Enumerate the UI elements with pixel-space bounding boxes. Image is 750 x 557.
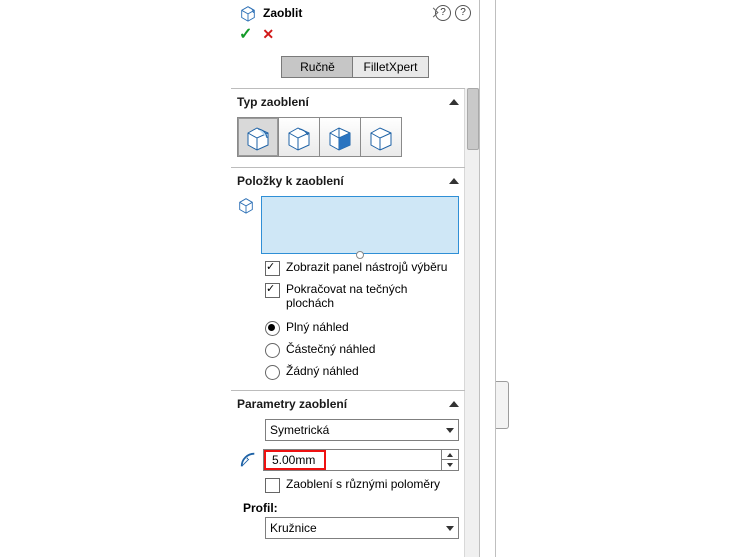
collapse-caret-icon (449, 401, 459, 407)
resize-grip-icon[interactable] (356, 251, 364, 259)
checkbox-tangent-propagation[interactable] (265, 283, 280, 298)
label-multi-radius: Zaoblení s různými poloměry (286, 477, 440, 491)
section-items: Položky k zaoblení Zobrazit panel nástro… (231, 167, 465, 390)
tab-filletxpert[interactable]: FilletXpert (353, 56, 428, 78)
chevron-down-icon (446, 526, 454, 531)
radius-icon (239, 451, 257, 469)
fillet-type-buttons (237, 117, 459, 157)
panel-body: Typ zaoblení Položky k zaoblení (231, 88, 465, 557)
help-detailed-icon[interactable]: ? (435, 5, 451, 21)
dropdown-profile[interactable]: Kružnice (265, 517, 459, 539)
radius-spinbox[interactable] (263, 449, 459, 471)
radius-value-highlight (264, 450, 326, 470)
collapse-caret-icon (449, 99, 459, 105)
checkbox-show-selection-toolbar[interactable] (265, 261, 280, 276)
ok-button[interactable]: ✓ (239, 24, 252, 44)
label-tangent-propagation: Pokračovat na tečných plochách (286, 282, 436, 310)
confirm-row: ✓ ✕ (231, 24, 479, 50)
label-show-selection-toolbar: Zobrazit panel nástrojů výběru (286, 260, 447, 274)
chevron-down-icon (446, 428, 454, 433)
section-header-fillet-type[interactable]: Typ zaoblení (231, 89, 465, 113)
triangle-down-icon (447, 463, 453, 467)
cancel-button[interactable]: ✕ (262, 26, 274, 43)
label-full-preview: Plný náhled (286, 320, 349, 334)
selection-list[interactable] (261, 196, 459, 254)
scrollbar-thumb[interactable] (467, 88, 479, 150)
panel-title: Zaoblit (263, 6, 302, 20)
fillet-property-panel: Zaoblit ? ? ✓ ✕ Ručně FilletXpert Typ za… (231, 0, 480, 557)
fillet-type-face[interactable] (320, 117, 361, 157)
panel-outer-divider (495, 0, 496, 557)
spin-up-button[interactable] (442, 450, 458, 460)
collapse-caret-icon (449, 178, 459, 184)
section-title: Položky k zaoblení (237, 174, 344, 188)
help-icon[interactable]: ? (455, 5, 471, 21)
label-profile: Profil: (243, 501, 459, 515)
radius-input[interactable] (268, 453, 322, 467)
tab-manual[interactable]: Ručně (281, 56, 353, 78)
scrollbar-track[interactable] (464, 88, 479, 557)
radio-no-preview[interactable] (265, 365, 280, 380)
radio-full-preview[interactable] (265, 321, 280, 336)
section-title: Parametry zaoblení (237, 397, 347, 411)
flyout-tab-handle[interactable] (496, 381, 509, 429)
checkbox-multi-radius[interactable] (265, 478, 280, 493)
radio-partial-preview[interactable] (265, 343, 280, 358)
triangle-up-icon (447, 453, 453, 457)
fillet-type-constant[interactable] (237, 117, 279, 157)
mode-tabs: Ručně FilletXpert (231, 50, 479, 84)
section-params: Parametry zaoblení Symetrická (231, 390, 465, 549)
section-title: Typ zaoblení (237, 95, 309, 109)
dropdown-profile-value: Kružnice (270, 521, 317, 535)
fillet-type-variable[interactable] (279, 117, 320, 157)
label-no-preview: Žádný náhled (286, 364, 359, 378)
panel-header: Zaoblit ? ? (231, 0, 479, 24)
spin-down-button[interactable] (442, 460, 458, 469)
label-partial-preview: Částečný náhled (286, 342, 375, 356)
section-header-params[interactable]: Parametry zaoblení (231, 391, 465, 415)
fillet-type-full-round[interactable] (361, 117, 402, 157)
selection-filter-icon (237, 196, 255, 214)
section-header-items[interactable]: Položky k zaoblení (231, 168, 465, 192)
fillet-feature-icon (239, 4, 257, 22)
dropdown-symmetry[interactable]: Symetrická (265, 419, 459, 441)
dropdown-symmetry-value: Symetrická (270, 423, 329, 437)
section-fillet-type: Typ zaoblení (231, 88, 465, 167)
